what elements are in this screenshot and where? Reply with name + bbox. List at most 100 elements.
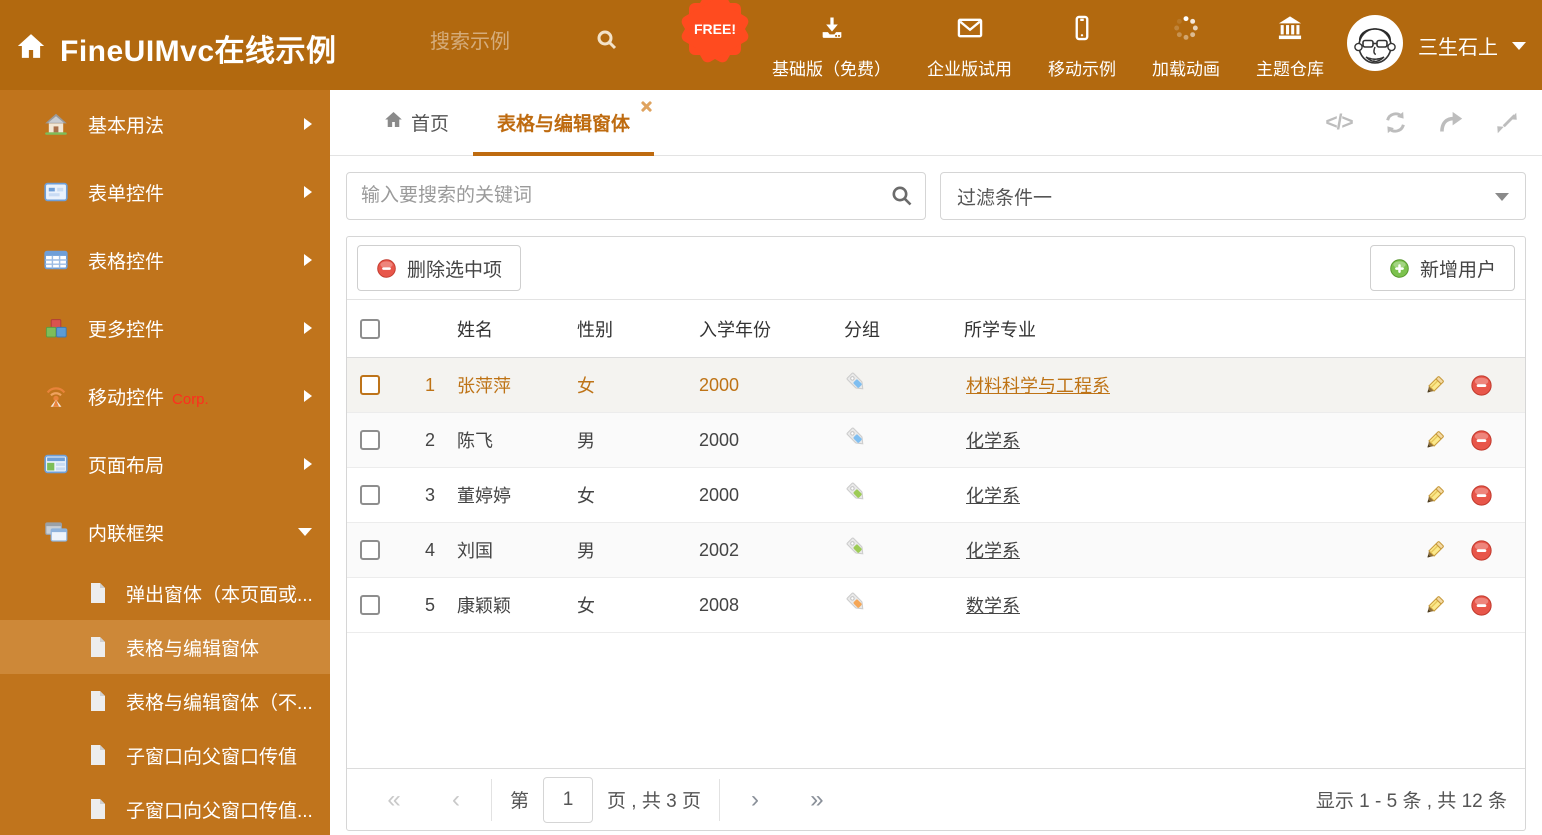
cell-name: 康颖颖 [457, 596, 511, 616]
table-row[interactable]: 5 康颖颖 女 2008 数学系 [347, 578, 1525, 633]
cell-gender: 女 [577, 376, 595, 396]
username: 三生石上 [1418, 37, 1498, 59]
sidebar-subitem-grid-edit-window-2[interactable]: 表格与编辑窗体（不... [0, 674, 330, 728]
header-search-input[interactable] [430, 31, 595, 54]
delete-icon[interactable] [1470, 594, 1493, 617]
column-header-gender[interactable]: 性别 [565, 316, 687, 342]
page-number-input[interactable] [543, 776, 594, 823]
edit-icon[interactable] [1423, 374, 1446, 397]
last-page-button[interactable]: » [800, 780, 834, 820]
edit-icon[interactable] [1423, 429, 1446, 452]
delete-icon[interactable] [1470, 539, 1493, 562]
row-checkbox[interactable] [360, 595, 380, 615]
sidebar-subitem-child-to-parent-2[interactable]: 子窗口向父窗口传值... [0, 782, 330, 835]
table-row[interactable]: 1 张萍萍 女 2000 材料科学与工程系 [347, 358, 1525, 413]
edit-icon[interactable] [1423, 484, 1446, 507]
table-row[interactable]: 3 董婷婷 女 2000 化学系 [347, 468, 1525, 523]
sidebar-item-label: 页面布局 [88, 455, 165, 477]
table-icon [44, 248, 68, 272]
tab-label: 首页 [411, 114, 450, 135]
major-link[interactable]: 数学系 [966, 596, 1020, 616]
plus-circle-icon [1389, 258, 1410, 279]
sidebar-item-mobile-controls[interactable]: 移动控件 Corp. [0, 362, 330, 430]
nav-item-enterprise-trial[interactable]: 企业版试用 [927, 14, 1012, 80]
nav-item-label: 基础版（免费） [772, 60, 891, 79]
tab-home[interactable]: 首页 [360, 90, 473, 155]
major-link[interactable]: 化学系 [966, 486, 1020, 506]
row-checkbox[interactable] [360, 485, 380, 505]
filter-select[interactable]: 过滤条件一 [940, 172, 1526, 220]
sidebar-item-iframe[interactable]: 内联框架 [0, 498, 330, 566]
search-icon[interactable] [595, 28, 619, 57]
edit-icon[interactable] [1423, 539, 1446, 562]
next-page-button[interactable]: › [738, 780, 772, 820]
app-window: FineUIMvc在线示例 FREE! [0, 0, 1542, 835]
filter-bar: 过滤条件一 [330, 156, 1542, 236]
nav-item-loading-animation[interactable]: 加载动画 [1152, 14, 1220, 80]
major-link[interactable]: 材料科学与工程系 [966, 376, 1110, 396]
column-header-name[interactable]: 姓名 [445, 316, 565, 342]
sidebar-item-form-controls[interactable]: 表单控件 [0, 158, 330, 226]
first-page-button[interactable]: « [377, 780, 411, 820]
keyword-search-input[interactable] [346, 172, 926, 220]
cell-gender: 男 [577, 431, 595, 451]
filter-select-value: 过滤条件一 [957, 187, 1053, 209]
row-checkbox[interactable] [360, 540, 380, 560]
row-number: 4 [424, 539, 435, 560]
header-search [430, 28, 645, 57]
sidebar-subitem-grid-edit-window[interactable]: 表格与编辑窗体 [0, 620, 330, 674]
row-checkbox[interactable] [360, 375, 380, 395]
prev-page-button[interactable]: ‹ [439, 780, 473, 820]
column-header-major[interactable]: 所学专业 [952, 316, 1390, 342]
sidebar-item-basic-usage[interactable]: 基本用法 [0, 90, 330, 158]
major-link[interactable]: 化学系 [966, 431, 1020, 451]
delete-icon[interactable] [1470, 429, 1493, 452]
sidebar-item-more-controls[interactable]: 更多控件 [0, 294, 330, 362]
tab-grid-edit-window[interactable]: 表格与编辑窗体 [473, 90, 655, 156]
delete-selected-button[interactable]: 删除选中项 [357, 245, 522, 291]
nav-item-mobile-demo[interactable]: 移动示例 [1048, 14, 1116, 80]
close-icon[interactable] [640, 100, 652, 112]
divider [718, 778, 720, 821]
nav-item-basic-edition[interactable]: 基础版（免费） [772, 14, 891, 80]
select-all-checkbox[interactable] [360, 318, 380, 339]
cell-year: 2002 [699, 539, 740, 560]
sidebar-subitem-label: 表格与编辑窗体 [126, 638, 260, 660]
refresh-icon[interactable] [1378, 108, 1412, 138]
column-header-group[interactable]: 分组 [832, 316, 952, 342]
edit-icon[interactable] [1423, 594, 1446, 617]
search-icon[interactable] [890, 184, 914, 213]
nav-item-label: 企业版试用 [927, 60, 1012, 79]
chevron-right-icon [304, 322, 312, 334]
app-header: FineUIMvc在线示例 FREE! [0, 0, 1542, 90]
nav-item-theme-store[interactable]: 主题仓库 [1256, 14, 1324, 80]
source-code-icon[interactable]: </> [1322, 108, 1356, 138]
document-icon [88, 582, 108, 604]
table-row[interactable]: 4 刘国 男 2002 化学系 [347, 523, 1525, 578]
cell-year: 2008 [699, 594, 740, 615]
row-checkbox[interactable] [360, 430, 380, 450]
table-row[interactable]: 2 陈飞 男 2000 化学系 [347, 413, 1525, 468]
major-link[interactable]: 化学系 [966, 541, 1020, 561]
sidebar-subitem-label: 弹出窗体（本页面或... [126, 584, 313, 606]
tab-toolbar: </> [1322, 90, 1524, 155]
header-nav: 基础版（免费） 企业版试用 移动示例 加载动画 主题仓库 [772, 14, 1324, 80]
chevron-right-icon [304, 254, 312, 266]
add-user-button[interactable]: 新增用户 [1369, 245, 1515, 291]
column-header-year[interactable]: 入学年份 [687, 316, 832, 342]
bank-icon [1275, 14, 1305, 47]
sidebar-subitem-popup-window[interactable]: 弹出窗体（本页面或... [0, 566, 330, 620]
sidebar-item-grid-controls[interactable]: 表格控件 [0, 226, 330, 294]
expand-icon[interactable] [1490, 108, 1524, 138]
delete-icon[interactable] [1470, 374, 1493, 397]
chevron-down-icon [1495, 193, 1509, 201]
delete-icon[interactable] [1470, 484, 1493, 507]
sidebar-item-page-layout[interactable]: 页面布局 [0, 430, 330, 498]
share-icon[interactable] [1434, 108, 1468, 138]
sidebar-subitem-child-to-parent[interactable]: 子窗口向父窗口传值 [0, 728, 330, 782]
app-logo[interactable]: FineUIMvc在线示例 [16, 26, 337, 70]
user-menu[interactable]: 三生石上 [1346, 14, 1526, 77]
download-icon [817, 14, 847, 47]
add-user-label: 新增用户 [1419, 259, 1496, 281]
sidebar-item-label: 内联框架 [88, 523, 165, 545]
